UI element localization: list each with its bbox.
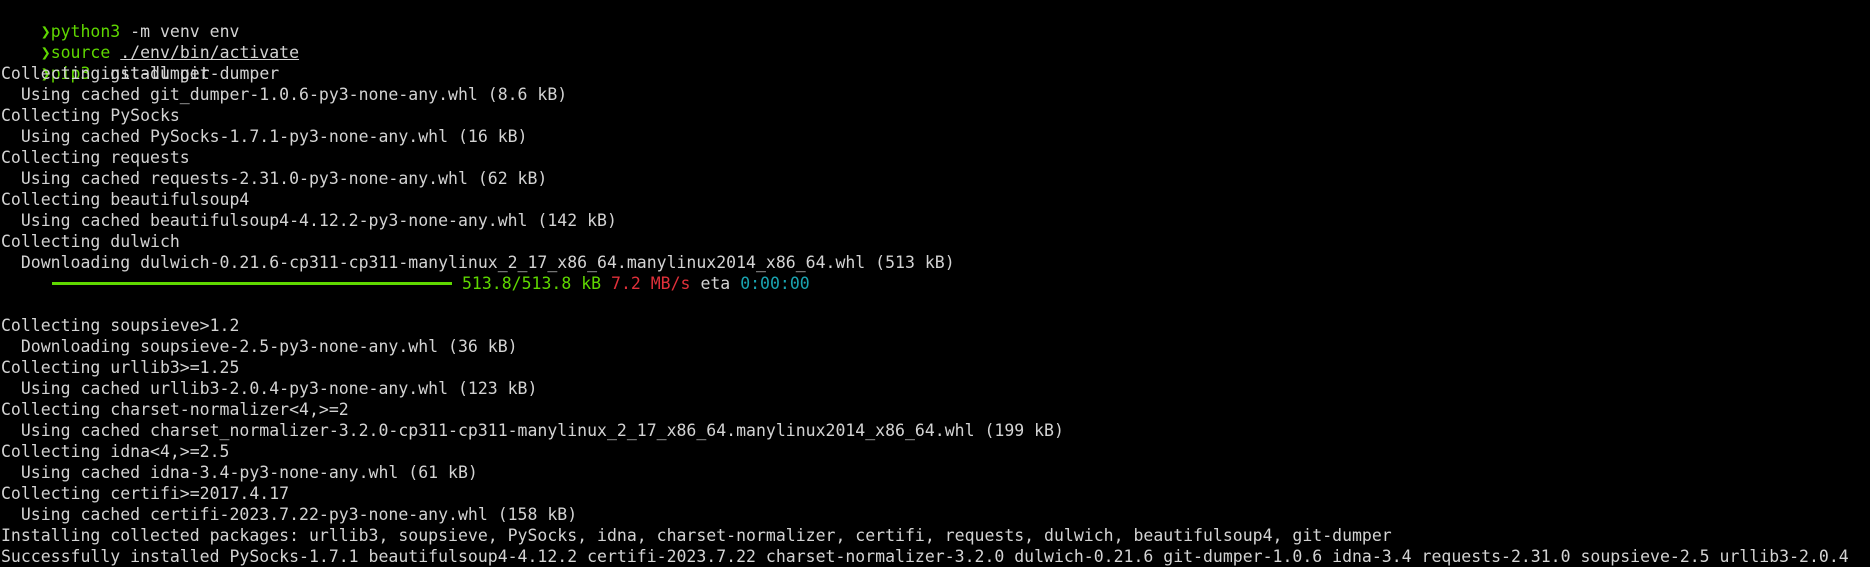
command-name: source [50, 43, 111, 62]
output-line: Collecting beautifulsoup4 [1, 190, 250, 209]
output-line: Using cached git_dumper-1.0.6-py3-none-a… [1, 85, 568, 104]
output-line: Using cached PySocks-1.7.1-py3-none-any.… [1, 127, 528, 146]
output-line: Downloading soupsieve-2.5-py3-none-any.w… [1, 337, 518, 356]
command-name: python3 [50, 22, 121, 41]
progress-speed: 7.2 MB/s [611, 274, 691, 293]
command-args: -m venv env [120, 22, 240, 41]
output-line: Collecting urllib3>=1.25 [1, 358, 240, 377]
command-path: ./env/bin/activate [120, 43, 300, 62]
output-line: Downloading dulwich-0.21.6-cp311-cp311-m… [1, 253, 955, 272]
output-line: Collecting git-dumper [1, 64, 210, 83]
output-line: Collecting charset-normalizer<4,>=2 [1, 400, 349, 419]
prompt-chevron-icon: ❯ [40, 43, 51, 62]
progress-bar [52, 282, 452, 285]
output-line: Collecting requests [1, 148, 190, 167]
output-line: Using cached charset_normalizer-3.2.0-cp… [1, 421, 1064, 440]
output-line: Using cached urllib3-2.0.4-py3-none-any.… [1, 379, 538, 398]
command-line: ❯python3 -m venv env [1, 0, 1870, 41]
prompt-chevron-icon: ❯ [40, 22, 51, 41]
progress-eta: 0:00:00 [740, 274, 810, 293]
output-line: Collecting PySocks [1, 106, 180, 125]
output-line: Using cached idna-3.4-py3-none-any.whl (… [1, 463, 478, 482]
output-line: Collecting idna<4,>=2.5 [1, 442, 230, 461]
output-line: Using cached beautifulsoup4-4.12.2-py3-n… [1, 211, 617, 230]
progress-size: 513.8/513.8 kB [462, 274, 602, 293]
download-progress: 513.8/513.8 kB 7.2 MB/s eta 0:00:00 [1, 273, 1870, 294]
output-line: Collecting soupsieve>1.2 [1, 316, 240, 335]
output-line: Collecting certifi>=2017.4.17 [1, 484, 290, 503]
output-line: Collecting dulwich [1, 232, 180, 251]
output-before-progress: Collecting git-dumper Using cached git_d… [1, 63, 1870, 273]
output-line: Using cached certifi-2023.7.22-py3-none-… [1, 505, 578, 524]
command-line: ❯source ./env/bin/activate [1, 21, 1870, 62]
progress-eta-label: eta [700, 274, 731, 293]
output-line: Successfully installed PySocks-1.7.1 bea… [1, 547, 1849, 566]
terminal-output[interactable]: ❯python3 -m venv env ❯source ./env/bin/a… [0, 0, 1870, 567]
output-line: Using cached requests-2.31.0-py3-none-an… [1, 169, 548, 188]
output-after-progress: Collecting soupsieve>1.2 Downloading sou… [1, 315, 1870, 567]
command-args [110, 43, 120, 62]
output-line: Installing collected packages: urllib3, … [1, 526, 1392, 545]
